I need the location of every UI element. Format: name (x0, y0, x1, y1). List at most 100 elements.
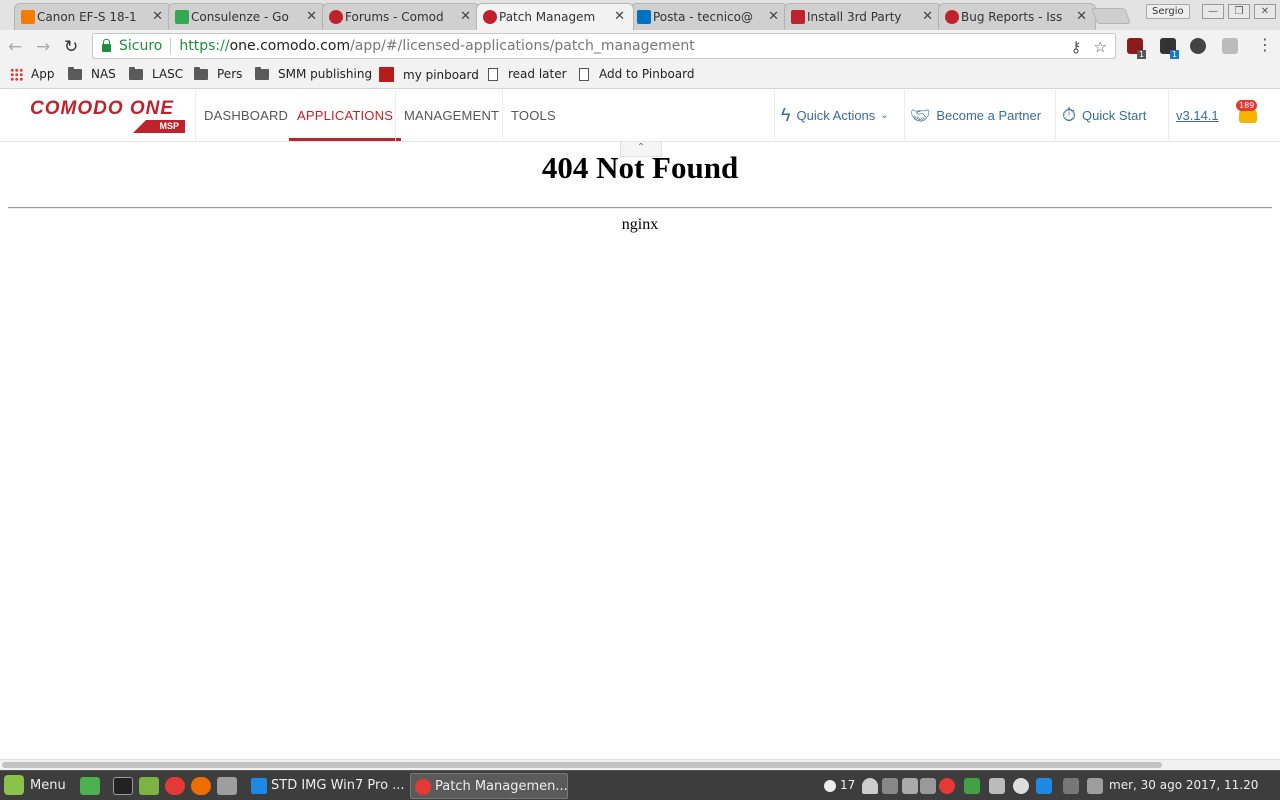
tab-title: Bug Reports - Iss (961, 10, 1063, 24)
back-arrow-icon[interactable]: ← (8, 37, 22, 57)
omnibox-actions: ⚷ ☆ (1071, 38, 1107, 56)
nav-tools[interactable]: TOOLS (511, 90, 556, 141)
menu-label: Menu (30, 777, 66, 793)
taskbar-window[interactable]: STD IMG Win7 Pro ... (247, 773, 407, 799)
teamviewer-icon[interactable] (1036, 778, 1052, 794)
folder-icon (129, 66, 143, 80)
close-window-button[interactable]: ✕ (1254, 4, 1276, 19)
calendar-icon[interactable] (1087, 778, 1103, 794)
become-partner-button[interactable]: 🤝︎ Become a Partner (910, 90, 1041, 141)
header-divider (904, 90, 905, 142)
terminal-icon[interactable] (113, 777, 133, 795)
app-header: COMODO ONE MSP DASHBOARD APPLICATIONS MA… (0, 90, 1280, 142)
pinboard-icon (379, 67, 394, 82)
bookmark-link[interactable]: read later (488, 67, 567, 81)
browser-tab[interactable]: Bug Reports - Iss ✕ (938, 3, 1096, 30)
taskbar-window-active[interactable]: Patch Managemen... (410, 773, 568, 799)
version-link[interactable]: v3.14.1 (1176, 108, 1219, 123)
address-bar[interactable]: Sicuro https://one.comodo.com/app/#/lice… (92, 33, 1116, 59)
clock[interactable]: mer, 30 ago 2017, 11.20 (1109, 778, 1258, 792)
start-menu-button[interactable]: Menu (4, 775, 66, 795)
bookmark-label: Pers (217, 67, 243, 81)
bookmark-folder[interactable]: Pers (194, 66, 243, 81)
bookmark-link[interactable]: my pinboard (379, 67, 479, 82)
scrollbar-thumb[interactable] (2, 762, 1162, 768)
maximize-button[interactable]: ❐ (1228, 4, 1250, 19)
header-divider (395, 90, 396, 142)
update-notification-icon[interactable] (824, 780, 836, 792)
tab-close-icon[interactable]: ✕ (922, 9, 933, 24)
apps-grid-icon (10, 67, 23, 81)
forward-arrow-icon[interactable]: → (36, 37, 50, 57)
tab-close-icon[interactable]: ✕ (768, 9, 779, 24)
dropbox-extension-icon[interactable] (1222, 38, 1238, 54)
tab-close-icon[interactable]: ✕ (1076, 9, 1087, 24)
show-desktop-icon[interactable] (80, 777, 100, 795)
bookmark-label: SMM publishing (278, 67, 373, 81)
omnibox-divider (170, 38, 172, 54)
minimize-button[interactable]: — (1202, 4, 1224, 19)
browser-tab[interactable]: Consulenze - Go ✕ (168, 3, 326, 30)
lightning-icon: ϟ (781, 105, 791, 125)
mega-icon[interactable] (939, 778, 955, 794)
page-content: 404 Not Found nginx (0, 143, 1280, 758)
window-app-icon (251, 778, 267, 794)
browser-tab[interactable]: Canon EF-S 18-1 ✕ (14, 3, 172, 30)
tab-close-icon[interactable]: ✕ (306, 9, 317, 24)
remote-desktop-icon[interactable] (217, 777, 237, 795)
bookmark-label: read later (508, 67, 567, 81)
battery-icon[interactable] (920, 778, 936, 794)
bookmark-apps[interactable]: App (10, 67, 54, 81)
browser-tab[interactable]: Install 3rd Party ✕ (784, 3, 942, 30)
app-tray-icon[interactable] (1063, 778, 1079, 794)
reload-icon[interactable]: ↻ (64, 37, 78, 57)
tool-icon[interactable] (902, 778, 918, 794)
folder-icon (194, 66, 208, 80)
key-icon[interactable]: ⚷ (1071, 38, 1082, 56)
extension-icon[interactable] (1190, 38, 1206, 54)
header-divider (502, 90, 503, 142)
user-icon[interactable] (862, 778, 878, 794)
notification-count-badge: 189 (1236, 100, 1258, 111)
bluetooth-icon[interactable] (1013, 778, 1029, 794)
star-bookmark-icon[interactable]: ☆ (1094, 38, 1107, 56)
extension-badge: 1 (1170, 50, 1180, 59)
shield-check-icon[interactable] (964, 778, 980, 794)
nav-applications[interactable]: APPLICATIONS (289, 90, 402, 141)
network-icon[interactable] (989, 778, 1005, 794)
files-icon[interactable] (139, 777, 159, 795)
browser-tab[interactable]: Posta - tecnico@ ✕ (630, 3, 788, 30)
clipboard-icon[interactable] (882, 778, 898, 794)
bookmark-folder[interactable]: LASC (129, 66, 183, 81)
header-divider (195, 90, 196, 142)
browser-menu-icon[interactable]: ⋮ (1257, 37, 1273, 53)
tab-close-icon[interactable]: ✕ (460, 9, 471, 24)
bookmark-folder[interactable]: SMM publishing (255, 66, 373, 81)
nav-management[interactable]: MANAGEMENT (404, 90, 499, 141)
update-count: 17 (840, 778, 856, 792)
bookmark-link[interactable]: Add to Pinboard (579, 67, 694, 81)
server-name: nginx (621, 216, 659, 233)
favicon-icon (945, 10, 959, 24)
header-divider (1055, 90, 1056, 142)
header-divider (1168, 90, 1169, 142)
tab-close-icon[interactable]: ✕ (614, 9, 625, 24)
chrome-icon[interactable] (165, 777, 185, 795)
logo-msp: MSP (133, 120, 185, 133)
horizontal-scrollbar[interactable] (0, 759, 1280, 770)
quick-actions-button[interactable]: ϟ Quick Actions ⌄ (781, 90, 889, 141)
comodo-one-logo[interactable]: COMODO ONE MSP (30, 98, 186, 134)
browser-tab-active[interactable]: Patch Managem ✕ (476, 3, 634, 30)
nav-dashboard[interactable]: DASHBOARD (204, 90, 288, 141)
firefox-icon[interactable] (191, 777, 211, 795)
tab-title: Canon EF-S 18-1 (37, 10, 137, 24)
tab-close-icon[interactable]: ✕ (152, 9, 163, 24)
new-tab-button[interactable] (1091, 8, 1131, 24)
bookmark-folder[interactable]: NAS (68, 66, 116, 81)
quick-start-button[interactable]: ⏱ Quick Start (1062, 90, 1146, 141)
browser-tab[interactable]: Forums - Comod ✕ (322, 3, 480, 30)
profile-badge[interactable]: Sergio (1146, 4, 1190, 19)
os-taskbar: Menu STD IMG Win7 Pro ... Patch Manageme… (0, 770, 1280, 800)
favicon-icon (791, 10, 805, 24)
taskbar-window-label: STD IMG Win7 Pro ... (271, 778, 405, 793)
